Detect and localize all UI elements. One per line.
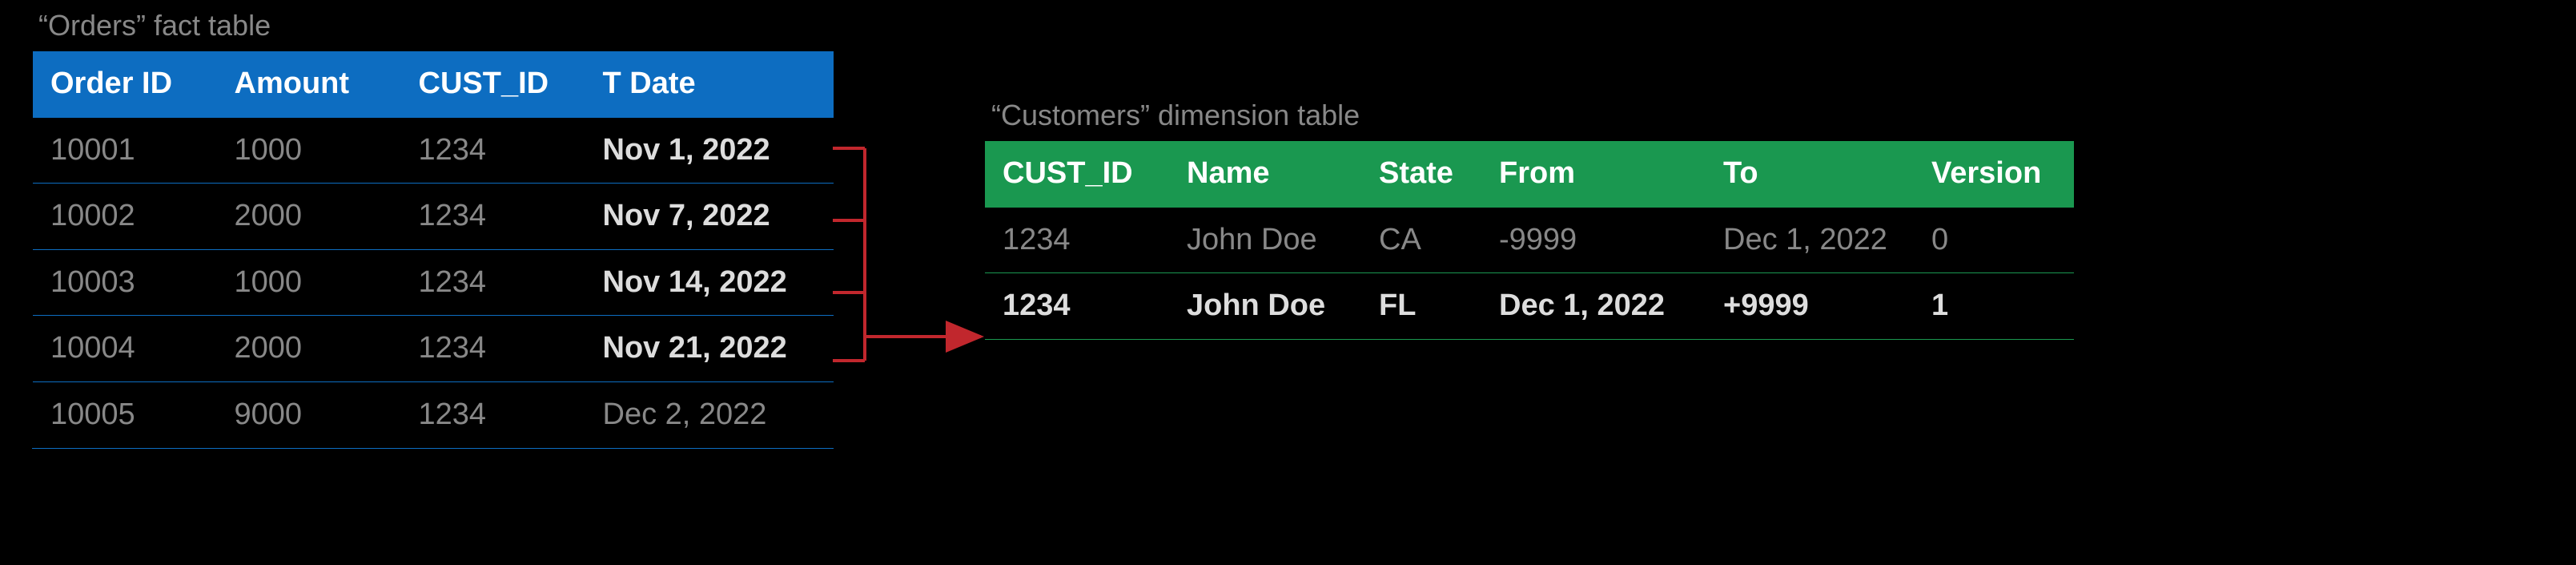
orders-col-2: CUST_ID	[401, 51, 585, 117]
cell-cust_id: 1234	[985, 207, 1169, 273]
cell-amount: 2000	[217, 316, 401, 382]
cell-to: +9999	[1706, 273, 1914, 340]
cell-version: 1	[1914, 273, 2074, 340]
relation-arrow	[833, 132, 993, 469]
orders-col-0: Order ID	[33, 51, 217, 117]
cell-cust_id: 1234	[401, 117, 585, 184]
orders-table-wrap: “Orders” fact table Order ID Amount CUST…	[32, 6, 834, 449]
cell-cust_id: 1234	[401, 316, 585, 382]
cell-order_id: 10002	[33, 184, 217, 250]
cell-state: FL	[1361, 273, 1481, 340]
customers-col-4: To	[1706, 141, 1914, 207]
orders-col-3: T Date	[585, 51, 834, 117]
cell-version: 0	[1914, 207, 2074, 273]
orders-header-row: Order ID Amount CUST_ID T Date	[33, 51, 834, 117]
customers-table-wrap: “Customers” dimension table CUST_ID Name…	[985, 96, 2074, 340]
cell-t_date: Nov 21, 2022	[585, 316, 834, 382]
cell-order_id: 10005	[33, 381, 217, 448]
cell-amount: 9000	[217, 381, 401, 448]
cell-order_id: 10001	[33, 117, 217, 184]
cell-t_date: Nov 7, 2022	[585, 184, 834, 250]
customers-col-3: From	[1481, 141, 1706, 207]
cell-state: CA	[1361, 207, 1481, 273]
cell-t_date: Nov 1, 2022	[585, 117, 834, 184]
cell-name: John Doe	[1169, 273, 1361, 340]
customers-header-row: CUST_ID Name State From To Version	[985, 141, 2074, 207]
cell-from: Dec 1, 2022	[1481, 273, 1706, 340]
cell-amount: 1000	[217, 117, 401, 184]
customers-col-2: State	[1361, 141, 1481, 207]
orders-caption: “Orders” fact table	[38, 6, 834, 45]
cell-from: -9999	[1481, 207, 1706, 273]
cell-amount: 2000	[217, 184, 401, 250]
table-row: 1000220001234Nov 7, 2022	[33, 184, 834, 250]
cell-amount: 1000	[217, 249, 401, 316]
table-row: 1000310001234Nov 14, 2022	[33, 249, 834, 316]
table-row: 1234John DoeFLDec 1, 2022+99991	[985, 273, 2074, 340]
cell-order_id: 10004	[33, 316, 217, 382]
table-row: 1000420001234Nov 21, 2022	[33, 316, 834, 382]
cell-cust_id: 1234	[401, 381, 585, 448]
table-row: 1000110001234Nov 1, 2022	[33, 117, 834, 184]
table-row: 1234John DoeCA-9999Dec 1, 20220	[985, 207, 2074, 273]
cell-cust_id: 1234	[401, 184, 585, 250]
customers-table: CUST_ID Name State From To Version 1234J…	[985, 141, 2074, 340]
customers-col-5: Version	[1914, 141, 2074, 207]
table-row: 1000590001234Dec 2, 2022	[33, 381, 834, 448]
cell-t_date: Dec 2, 2022	[585, 381, 834, 448]
customers-col-0: CUST_ID	[985, 141, 1169, 207]
orders-col-1: Amount	[217, 51, 401, 117]
customers-col-1: Name	[1169, 141, 1361, 207]
cell-name: John Doe	[1169, 207, 1361, 273]
cell-to: Dec 1, 2022	[1706, 207, 1914, 273]
cell-cust_id: 1234	[401, 249, 585, 316]
cell-t_date: Nov 14, 2022	[585, 249, 834, 316]
cell-cust_id: 1234	[985, 273, 1169, 340]
cell-order_id: 10003	[33, 249, 217, 316]
orders-table: Order ID Amount CUST_ID T Date 100011000…	[32, 51, 834, 449]
customers-caption: “Customers” dimension table	[991, 96, 2074, 135]
